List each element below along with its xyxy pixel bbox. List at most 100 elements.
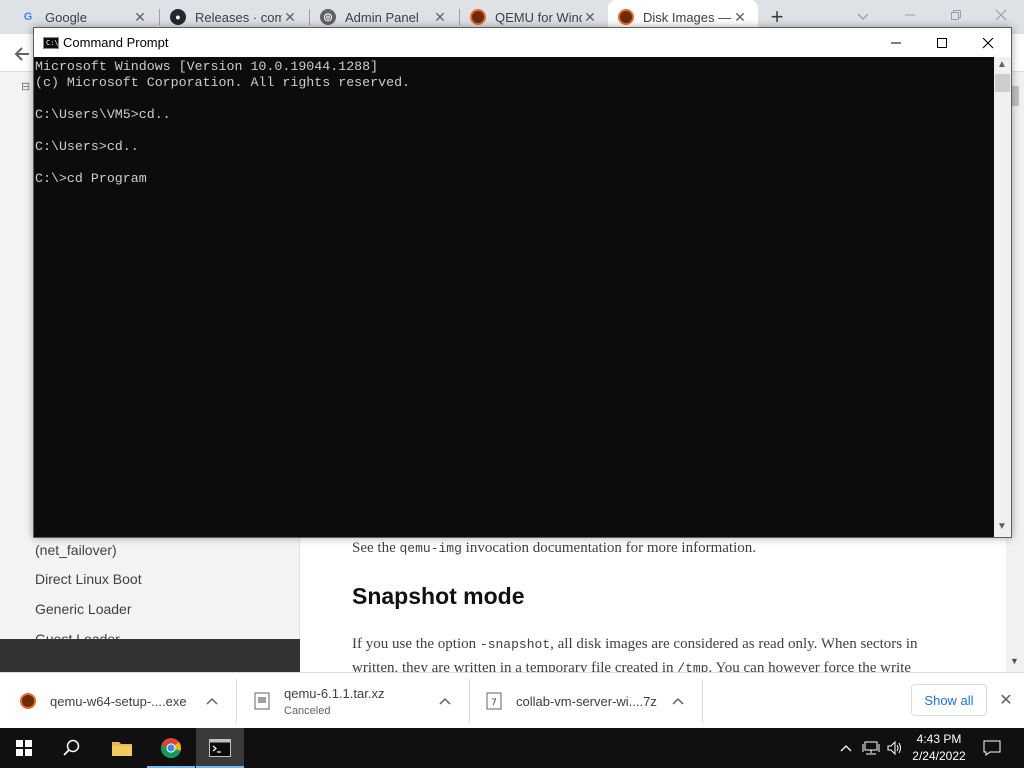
console-line: C:\Users\VM5>cd.. bbox=[35, 107, 171, 122]
chevron-up-icon[interactable] bbox=[436, 692, 454, 710]
tab-title: QEMU for Wind bbox=[495, 9, 582, 25]
close-button[interactable] bbox=[965, 28, 1011, 57]
folder-icon bbox=[112, 742, 132, 756]
close-icon bbox=[982, 37, 994, 48]
download-filename: qemu-w64-setup-....exe bbox=[50, 693, 187, 709]
close-tab-icon[interactable]: ✕ bbox=[282, 9, 298, 25]
scroll-down-icon[interactable]: ▼ bbox=[997, 521, 1007, 532]
search-button[interactable] bbox=[48, 728, 96, 768]
volume-icon[interactable] bbox=[885, 738, 905, 758]
back-button[interactable] bbox=[8, 40, 36, 68]
window-title: Command Prompt bbox=[63, 35, 169, 50]
sidebar-item-net-failover[interactable]: (net_failover) bbox=[35, 542, 117, 558]
download-divider bbox=[702, 679, 703, 723]
system-clock[interactable]: 4:43 PM 2/24/2022 bbox=[908, 731, 970, 765]
scroll-up-icon[interactable]: ▲ bbox=[997, 59, 1007, 70]
download-filename: collab-vm-server-wi....7z bbox=[516, 693, 657, 709]
inline-code: -snapshot bbox=[479, 637, 551, 652]
windows-logo-icon bbox=[16, 740, 32, 756]
download-divider bbox=[469, 679, 470, 723]
maximize-button[interactable] bbox=[919, 28, 965, 57]
console-output[interactable]: Microsoft Windows [Version 10.0.19044.12… bbox=[34, 57, 994, 537]
close-tab-icon[interactable]: ✕ bbox=[132, 9, 148, 25]
sidebar-item-guest-loader[interactable]: Guest Loader bbox=[35, 631, 120, 639]
paragraph-text: , all disk images are considered as read… bbox=[550, 636, 918, 652]
command-prompt-window[interactable]: C:\ Command Prompt Microsoft Windows [Ve… bbox=[33, 27, 1012, 538]
globe-icon: ◎ bbox=[320, 9, 336, 25]
sidebar-item-direct-linux-boot[interactable]: Direct Linux Boot bbox=[35, 571, 142, 587]
window-titlebar[interactable]: C:\ Command Prompt bbox=[34, 28, 1011, 57]
scroll-down-icon[interactable]: ▼ bbox=[1010, 656, 1019, 666]
paragraph-text: written, they are written in a temporary… bbox=[352, 660, 678, 672]
chrome-taskbar-button[interactable] bbox=[147, 728, 195, 768]
clock-date: 2/24/2022 bbox=[912, 749, 966, 763]
close-tab-icon[interactable]: ✕ bbox=[432, 9, 448, 25]
chevron-up-icon[interactable] bbox=[203, 692, 221, 710]
google-icon: G bbox=[23, 11, 33, 23]
chevron-up-icon[interactable] bbox=[838, 738, 854, 758]
maximize-icon bbox=[937, 37, 947, 48]
notifications-icon[interactable] bbox=[982, 738, 1002, 758]
clock-time: 4:43 PM bbox=[916, 732, 962, 746]
sidebar-item-generic-loader[interactable]: Generic Loader bbox=[35, 601, 132, 617]
console-input-line[interactable]: C:\>cd Program bbox=[35, 171, 994, 187]
close-tab-icon[interactable]: ✕ bbox=[732, 9, 748, 25]
scrollbar-thumb[interactable] bbox=[995, 74, 1010, 92]
network-icon[interactable] bbox=[861, 738, 881, 758]
start-button[interactable] bbox=[0, 728, 48, 768]
scrollbar-thumb[interactable] bbox=[1011, 86, 1019, 106]
console-scrollbar[interactable]: ▲ ▼ bbox=[994, 57, 1011, 537]
download-item[interactable]: qemu-w64-setup-....exe bbox=[20, 673, 187, 729]
section-heading: Snapshot mode bbox=[352, 583, 525, 609]
paragraph-text: If you use the option bbox=[352, 636, 480, 652]
console-line: (c) Microsoft Corporation. All rights re… bbox=[35, 75, 411, 90]
console-line: C:\Users>cd.. bbox=[35, 139, 139, 154]
tab-title: Disk Images — bbox=[643, 9, 732, 25]
download-status: Canceled bbox=[284, 704, 331, 717]
browser-close-button[interactable] bbox=[978, 0, 1024, 30]
back-arrow-icon bbox=[14, 47, 29, 61]
download-item[interactable]: qemu-6.1.1.tar.xz Canceled bbox=[254, 673, 384, 729]
tab-title: Releases · comp bbox=[195, 9, 282, 25]
search-icon bbox=[63, 739, 80, 756]
svg-text:7: 7 bbox=[491, 698, 497, 708]
command-prompt-icon bbox=[209, 739, 231, 757]
command-prompt-icon: C:\ bbox=[43, 37, 59, 49]
github-icon: ● bbox=[170, 9, 186, 25]
windows-taskbar: 4:43 PM 2/24/2022 bbox=[0, 728, 1024, 768]
paragraph-text: See the bbox=[352, 540, 400, 556]
snapshot-paragraph-line-1: If you use the option -snapshot, all dis… bbox=[352, 632, 972, 657]
snapshot-paragraph-line-2: written, they are written in a temporary… bbox=[352, 656, 972, 672]
qemu-icon bbox=[618, 9, 634, 25]
paragraph-text: . You can however force the write bbox=[708, 660, 911, 672]
downloads-shelf: qemu-w64-setup-....exe qemu-6.1.1.tar.xz… bbox=[0, 672, 1024, 728]
paragraph-text: invocation documentation for more inform… bbox=[461, 540, 756, 556]
see-also-paragraph: See the qemu-img invocation documentatio… bbox=[352, 536, 972, 561]
archive-file-icon bbox=[254, 692, 270, 710]
inline-code: qemu-img bbox=[399, 541, 462, 556]
minimize-icon bbox=[891, 42, 901, 43]
file-explorer-taskbar-button[interactable] bbox=[98, 728, 146, 768]
qemu-icon bbox=[470, 9, 486, 25]
tab-search-icon[interactable] bbox=[852, 6, 874, 28]
tab-title: Admin Panel bbox=[345, 9, 419, 25]
chevron-up-icon[interactable] bbox=[669, 692, 687, 710]
download-item[interactable]: 7 collab-vm-server-wi....7z bbox=[486, 673, 657, 729]
browser-restore-button[interactable] bbox=[933, 0, 979, 30]
console-line: Microsoft Windows [Version 10.0.19044.12… bbox=[35, 59, 379, 74]
browser-minimize-button[interactable] bbox=[887, 0, 933, 30]
close-tab-icon[interactable]: ✕ bbox=[582, 9, 598, 25]
chrome-icon bbox=[161, 738, 182, 758]
download-filename: qemu-6.1.1.tar.xz bbox=[284, 685, 385, 701]
command-prompt-taskbar-button[interactable] bbox=[196, 728, 244, 768]
show-all-button[interactable]: Show all bbox=[911, 684, 987, 716]
7z-file-icon: 7 bbox=[486, 692, 502, 710]
minimize-button[interactable] bbox=[873, 28, 919, 57]
sidebar-footer bbox=[0, 639, 300, 672]
collapse-icon[interactable]: ⊟ bbox=[21, 80, 30, 93]
qemu-installer-icon bbox=[20, 692, 36, 710]
close-icon[interactable]: ✕ bbox=[996, 690, 1016, 710]
